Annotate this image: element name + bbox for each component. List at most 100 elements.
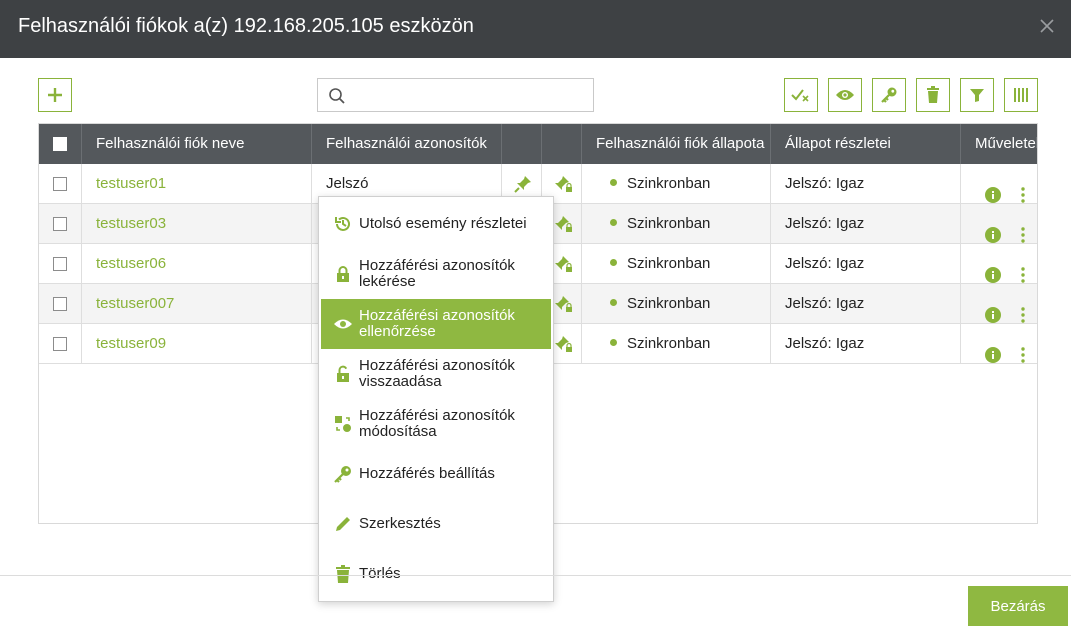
row-select-cell <box>39 204 81 244</box>
row-checkbox[interactable] <box>53 257 67 271</box>
close-button[interactable]: Bezárás <box>968 586 1068 626</box>
select-all-checkbox[interactable] <box>53 137 67 151</box>
unlock-icon <box>333 364 353 384</box>
actions-cell <box>960 324 1037 364</box>
menu-item-label: Hozzáférési azonosítók módosítása <box>359 407 515 440</box>
verify-selected-button[interactable] <box>784 78 818 112</box>
account-name-link[interactable]: testuser007 <box>96 295 174 312</box>
add-button[interactable] <box>38 78 72 112</box>
search-box[interactable] <box>317 78 594 112</box>
history-icon <box>333 214 353 234</box>
context-menu: Utolsó esemény részletei Hozzáférési azon… <box>318 196 554 602</box>
header-status-details[interactable]: Állapot részletei <box>770 124 960 164</box>
status-text: Szinkronban <box>627 255 711 272</box>
menu-item-label: Szerkesztés <box>359 515 441 532</box>
account-name-link[interactable]: testuser09 <box>96 335 166 352</box>
menu-item-history[interactable]: Utolsó esemény részletei <box>321 199 551 249</box>
key-icon <box>881 87 897 103</box>
menu-item-label: Törlés <box>359 565 401 582</box>
status-dot <box>610 218 617 226</box>
account-name-cell: testuser01 <box>81 164 311 204</box>
header-select-all <box>39 124 81 164</box>
actions-cell <box>960 284 1037 324</box>
status-dot <box>610 338 617 346</box>
header-account-name[interactable]: Felhasználói fiók neve <box>81 124 311 164</box>
lock-icon <box>333 264 353 284</box>
trash-icon <box>333 564 353 584</box>
key-icon <box>333 464 353 484</box>
status-details-cell: Jelszó: Igaz <box>770 204 960 244</box>
menu-item-eye[interactable]: Hozzáférési azonosítók ellenőrzése <box>321 299 551 349</box>
row-select-cell <box>39 244 81 284</box>
account-status-cell: Szinkronban <box>581 284 770 324</box>
filter-button[interactable] <box>960 78 994 112</box>
set-access-button[interactable] <box>872 78 906 112</box>
view-credentials-button[interactable] <box>828 78 862 112</box>
user-accounts-dialog: Felhasználói fiókok a(z) 192.168.205.105… <box>0 0 1071 630</box>
status-dot <box>610 258 617 266</box>
account-status-cell: Szinkronban <box>581 204 770 244</box>
menu-item-label: Hozzáférési azonosítók visszaadása <box>359 357 515 390</box>
change-icon <box>333 414 353 434</box>
account-name-link[interactable]: testuser01 <box>96 175 166 192</box>
account-name-cell: testuser06 <box>81 244 311 284</box>
account-name-cell: testuser03 <box>81 204 311 244</box>
account-name-cell: testuser09 <box>81 324 311 364</box>
status-details-cell: Jelszó: Igaz <box>770 324 960 364</box>
header-icon-col-1 <box>501 124 541 164</box>
status-details-cell: Jelszó: Igaz <box>770 284 960 324</box>
status-text: Szinkronban <box>627 175 711 192</box>
menu-item-pencil[interactable]: Szerkesztés <box>321 499 551 549</box>
menu-item-label: Hozzáférés beállítás <box>359 465 495 482</box>
account-status-cell: Szinkronban <box>581 324 770 364</box>
row-checkbox[interactable] <box>53 337 67 351</box>
dialog-title: Felhasználói fiókok a(z) 192.168.205.105… <box>18 15 474 37</box>
actions-cell <box>960 204 1037 244</box>
row-select-cell <box>39 324 81 364</box>
status-dot <box>610 178 617 186</box>
eye-icon <box>836 90 854 100</box>
header-actions: Műveletek <box>960 124 1037 164</box>
account-name-cell: testuser007 <box>81 284 311 324</box>
delete-button[interactable] <box>916 78 950 112</box>
footer-divider <box>0 575 1071 576</box>
status-text: Szinkronban <box>627 295 711 312</box>
columns-button[interactable] <box>1004 78 1038 112</box>
status-detail-text: Jelszó: Igaz <box>785 215 865 232</box>
menu-item-key[interactable]: Hozzáférés beállítás <box>321 449 551 499</box>
account-status-cell: Szinkronban <box>581 164 770 204</box>
table-header: Felhasználói fiók neve Felhasználói azon… <box>39 124 1037 164</box>
check-x-icon <box>791 89 809 102</box>
menu-item-unlock[interactable]: Hozzáférési azonosítók visszaadása <box>321 349 551 399</box>
row-select-cell <box>39 164 81 204</box>
status-detail-text: Jelszó: Igaz <box>785 255 865 272</box>
status-detail-text: Jelszó: Igaz <box>785 335 865 352</box>
status-text: Szinkronban <box>627 335 711 352</box>
status-details-cell: Jelszó: Igaz <box>770 164 960 204</box>
credential-type: Jelszó <box>326 175 369 192</box>
search-input[interactable] <box>354 83 584 107</box>
header-credentials[interactable]: Felhasználói azonosítók <box>311 124 501 164</box>
header-account-status[interactable]: Felhasználói fiók állapota <box>581 124 770 164</box>
menu-item-lock[interactable]: Hozzáférési azonosítók lekérése <box>321 249 551 299</box>
menu-item-change[interactable]: Hozzáférési azonosítók módosítása <box>321 399 551 449</box>
account-name-link[interactable]: testuser03 <box>96 215 166 232</box>
plus-icon <box>48 88 62 102</box>
close-icon[interactable] <box>1037 16 1057 36</box>
menu-item-label: Hozzáférési azonosítók ellenőrzése <box>359 307 515 340</box>
header-icon-col-2 <box>541 124 581 164</box>
trash-icon <box>927 86 939 103</box>
status-detail-text: Jelszó: Igaz <box>785 295 865 312</box>
account-name-link[interactable]: testuser06 <box>96 255 166 272</box>
actions-cell <box>960 164 1037 204</box>
dialog-titlebar: Felhasználói fiókok a(z) 192.168.205.105… <box>0 0 1071 58</box>
row-checkbox[interactable] <box>53 297 67 311</box>
status-details-cell: Jelszó: Igaz <box>770 244 960 284</box>
row-checkbox[interactable] <box>53 217 67 231</box>
row-checkbox[interactable] <box>53 177 67 191</box>
menu-item-trash[interactable]: Törlés <box>321 549 551 599</box>
actions-cell <box>960 244 1037 284</box>
row-select-cell <box>39 284 81 324</box>
pencil-icon <box>333 514 353 534</box>
status-detail-text: Jelszó: Igaz <box>785 175 865 192</box>
